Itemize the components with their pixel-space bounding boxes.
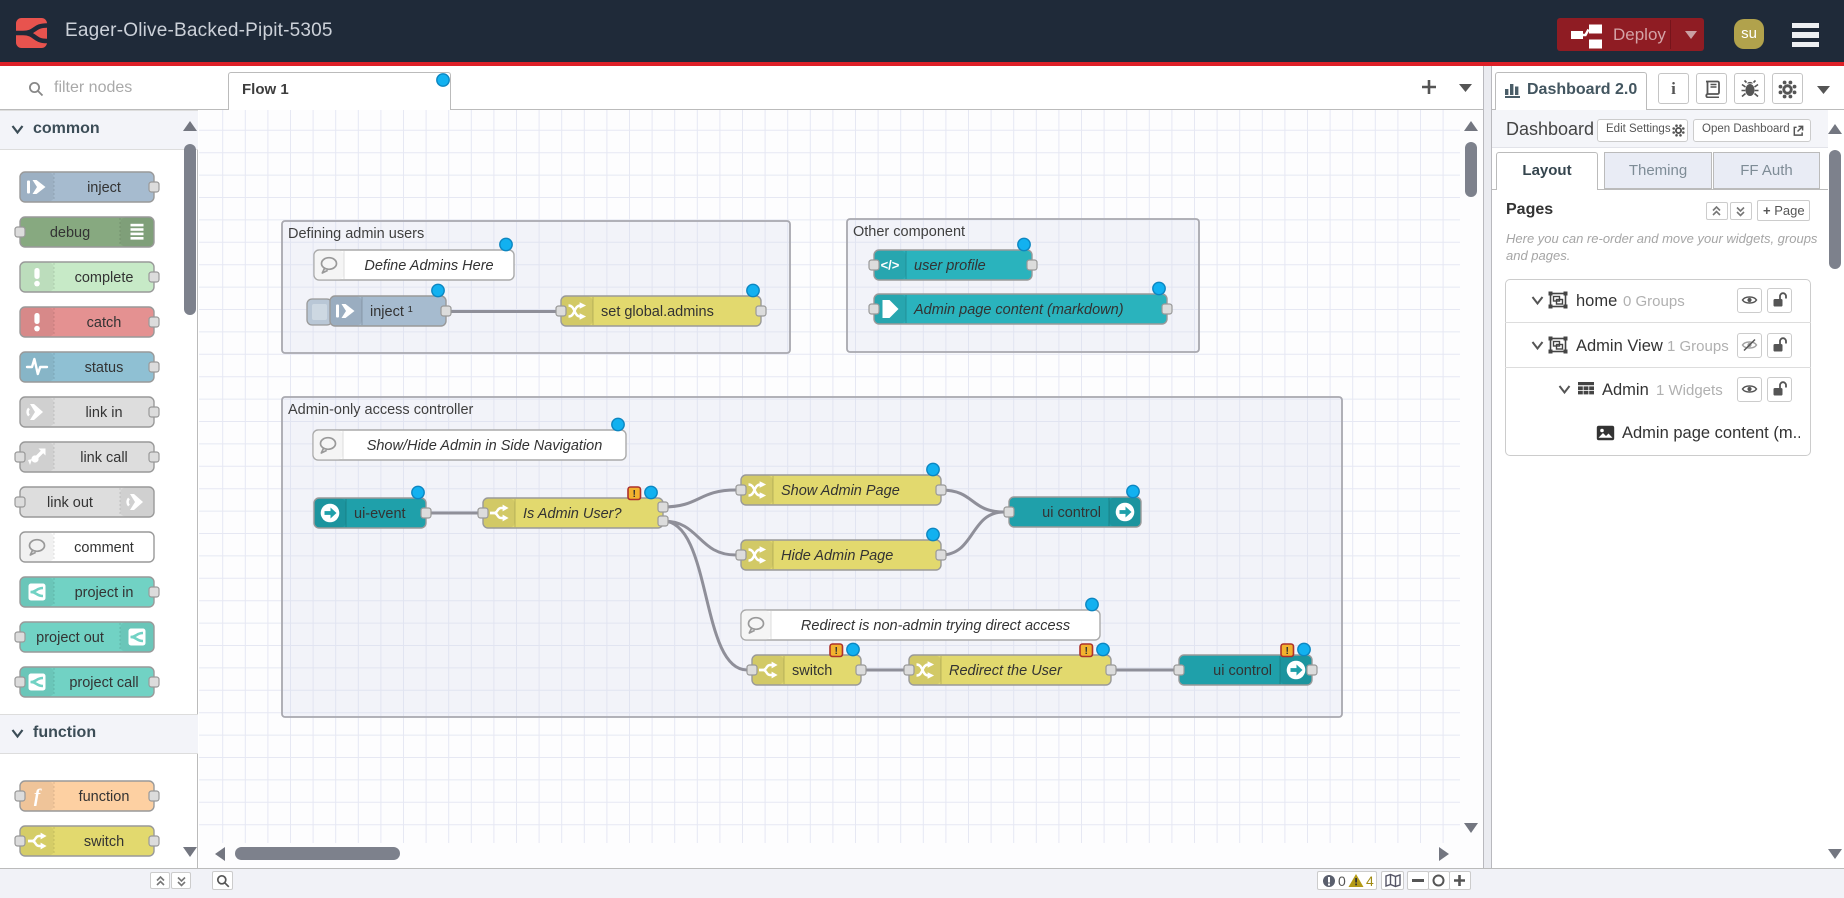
- svg-text:link call: link call: [80, 450, 128, 466]
- svg-text:Define Admins Here: Define Admins Here: [364, 258, 493, 274]
- svg-text:!: !: [633, 488, 637, 500]
- svg-text:Redirect the User: Redirect the User: [949, 663, 1063, 679]
- svg-text:link in: link in: [85, 405, 122, 421]
- svg-text:ui control: ui control: [1213, 663, 1272, 679]
- svg-text:ui-event: ui-event: [354, 506, 406, 522]
- svg-text:function: function: [79, 789, 130, 805]
- svg-text:set global.admins: set global.admins: [601, 304, 714, 320]
- svg-text:comment: comment: [74, 540, 134, 556]
- svg-text:!: !: [1286, 645, 1290, 657]
- svg-text:Hide Admin Page: Hide Admin Page: [781, 548, 893, 564]
- svg-text:!: !: [835, 645, 839, 657]
- svg-text:switch: switch: [792, 663, 832, 679]
- svg-text:inject ¹: inject ¹: [370, 304, 413, 320]
- svg-text:Other component: Other component: [853, 224, 965, 240]
- svg-text:catch: catch: [87, 315, 122, 331]
- svg-text:project out: project out: [36, 630, 104, 646]
- svg-text:link out: link out: [47, 495, 93, 511]
- svg-text:complete: complete: [75, 270, 134, 286]
- svg-text:Defining admin users: Defining admin users: [288, 226, 424, 242]
- svg-text:project call: project call: [69, 675, 138, 691]
- svg-text:user profile: user profile: [914, 258, 986, 274]
- svg-text:Redirect is non-admin trying d: Redirect is non-admin trying direct acce…: [801, 618, 1070, 634]
- svg-text:Show/Hide Admin in Side Naviga: Show/Hide Admin in Side Navigation: [367, 438, 603, 454]
- svg-text:ui control: ui control: [1042, 505, 1101, 521]
- svg-text:inject: inject: [87, 180, 121, 196]
- svg-text:Show Admin Page: Show Admin Page: [781, 483, 900, 499]
- svg-text:project in: project in: [75, 585, 134, 601]
- svg-text:Is Admin User?: Is Admin User?: [523, 506, 623, 522]
- svg-text:status: status: [85, 360, 124, 376]
- svg-text:switch: switch: [84, 834, 124, 850]
- svg-text:Admin page content (markdown): Admin page content (markdown): [913, 302, 1124, 318]
- svg-text:</>: </>: [881, 258, 900, 273]
- svg-text:debug: debug: [50, 225, 90, 241]
- svg-text:Admin-only access controller: Admin-only access controller: [288, 402, 474, 418]
- svg-text:!: !: [1085, 645, 1089, 657]
